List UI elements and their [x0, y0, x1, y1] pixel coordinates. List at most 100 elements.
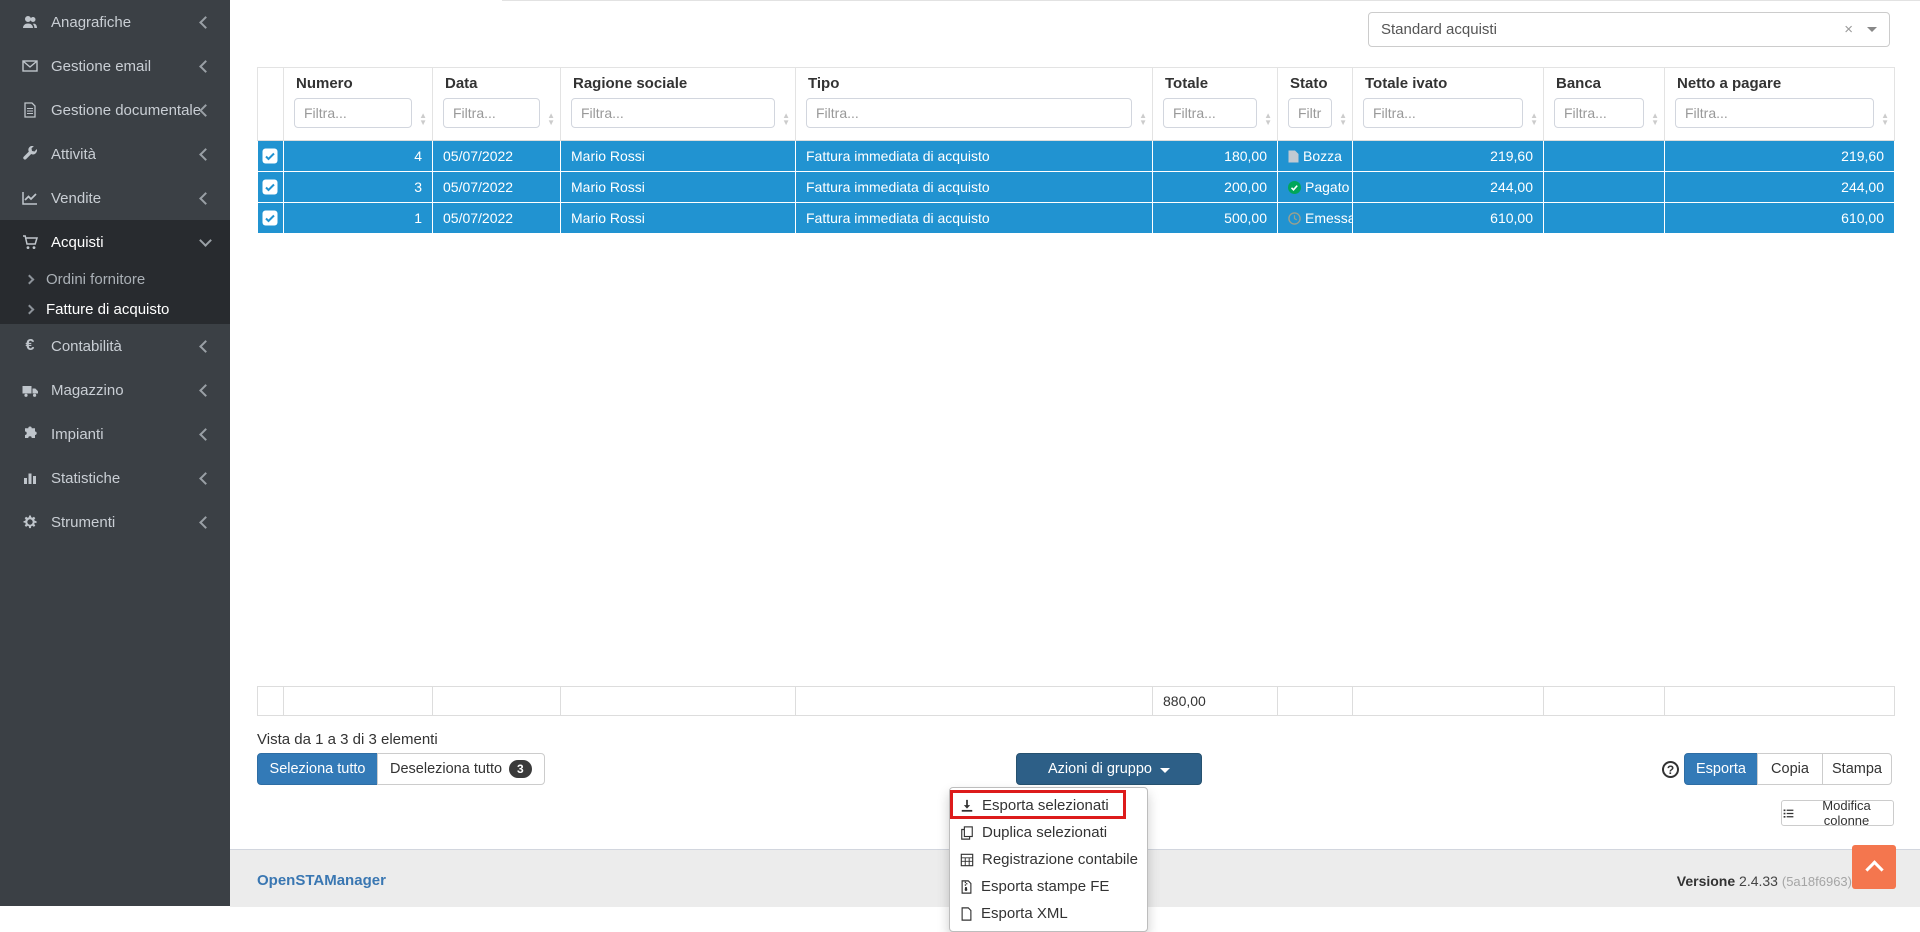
sidebar-item-vendite[interactable]: Vendite: [0, 176, 230, 220]
main-content: Standard acquisti × Numero ▲▼ Data ▲▼: [230, 0, 1920, 932]
filter-ragione-sociale-input[interactable]: [571, 98, 775, 128]
scroll-to-top-button[interactable]: [1852, 845, 1896, 889]
row-checkbox[interactable]: [257, 171, 284, 203]
menu-item-esporta-stampe-fe[interactable]: Esporta stampe FE: [950, 873, 1147, 900]
chevron-right-icon: [24, 304, 35, 314]
chevron-left-icon: [199, 383, 212, 397]
sidebar-item-gestione-email[interactable]: Gestione email: [0, 44, 230, 88]
print-button[interactable]: Stampa: [1822, 753, 1892, 785]
menu-item-esporta-xml[interactable]: Esporta XML: [950, 900, 1147, 927]
sidebar-item-acquisti[interactable]: Acquisti: [0, 220, 230, 264]
edit-columns-button[interactable]: Modifica colonne: [1781, 798, 1894, 828]
sort-icon[interactable]: ▲ ▼: [1264, 112, 1272, 127]
module-template-select[interactable]: Standard acquisti ×: [1368, 12, 1890, 47]
sort-icon[interactable]: ▲ ▼: [1339, 112, 1347, 127]
caret-down-icon: [1160, 767, 1170, 773]
chevron-left-icon: [199, 427, 212, 441]
sidebar-item-label: Anagrafiche: [51, 13, 132, 31]
sidebar-item-magazzino[interactable]: Magazzino: [0, 368, 230, 412]
cell-stato: Pagato: [1277, 171, 1353, 203]
header-ragione-sociale: Ragione sociale ▲▼: [560, 67, 796, 141]
brand-link[interactable]: OpenSTAManager: [257, 872, 386, 889]
select-all-button[interactable]: Seleziona tutto: [257, 753, 378, 785]
cell-data: 05/07/2022: [432, 202, 561, 234]
filter-totale-input[interactable]: [1163, 98, 1257, 128]
export-button-group: Esporta Copia Stampa: [1684, 753, 1892, 785]
cell-ragione-sociale: Mario Rossi: [560, 202, 796, 234]
table-row[interactable]: 3 05/07/2022 Mario Rossi Fattura immedia…: [257, 171, 1895, 203]
sort-icon[interactable]: ▲ ▼: [1139, 112, 1147, 127]
deselect-all-button[interactable]: Deseleziona tutto 3: [377, 753, 545, 785]
bar-chart-icon: [20, 470, 40, 486]
copy-button[interactable]: Copia: [1757, 753, 1823, 785]
sort-icon[interactable]: ▲ ▼: [419, 112, 427, 127]
chevron-right-icon: [24, 274, 35, 284]
sidebar: Anagrafiche Gestione email Gestione docu…: [0, 0, 230, 906]
sidebar-item-strumenti[interactable]: Strumenti: [0, 500, 230, 544]
sidebar-subitem-ordini-fornitore[interactable]: Ordini fornitore: [0, 264, 230, 294]
check-circle-icon: [1288, 180, 1301, 194]
sort-icon[interactable]: ▲ ▼: [547, 112, 555, 127]
sidebar-item-attivita[interactable]: Attività: [0, 132, 230, 176]
wrench-icon: [20, 146, 40, 162]
filter-numero-input[interactable]: [294, 98, 412, 128]
chevron-left-icon: [199, 103, 212, 117]
sidebar-item-label: Contabilità: [51, 337, 122, 355]
table-row[interactable]: 4 05/07/2022 Mario Rossi Fattura immedia…: [257, 140, 1895, 172]
clear-icon[interactable]: ×: [1830, 21, 1867, 38]
gear-icon: [20, 514, 40, 530]
cell-totale-ivato: 610,00: [1352, 202, 1544, 234]
header-tipo: Tipo ▲▼: [795, 67, 1153, 141]
menu-item-duplica-selezionati[interactable]: Duplica selezionati: [950, 819, 1147, 846]
menu-item-esporta-selezionati[interactable]: Esporta selezionati: [950, 792, 1147, 819]
sidebar-item-statistiche[interactable]: Statistiche: [0, 456, 230, 500]
sidebar-item-anagrafiche[interactable]: Anagrafiche: [0, 0, 230, 44]
chevron-up-icon: [1864, 860, 1884, 879]
row-checkbox[interactable]: [257, 202, 284, 234]
sidebar-item-label: Impianti: [51, 425, 104, 443]
header-stato: Stato ▲▼: [1277, 67, 1353, 141]
app-root: { "sidebar": { "items": [ {"label": "Ana…: [0, 0, 1920, 932]
download-icon: [960, 799, 974, 813]
cell-netto-a-pagare: 244,00: [1664, 171, 1895, 203]
sort-icon[interactable]: ▲ ▼: [1530, 112, 1538, 127]
cell-banca: [1543, 140, 1665, 172]
euro-icon: €: [25, 337, 35, 354]
group-actions-button[interactable]: Azioni di gruppo: [1016, 753, 1202, 785]
sidebar-item-impianti[interactable]: Impianti: [0, 412, 230, 456]
menu-item-registrazione-contabile[interactable]: Registrazione contabile: [950, 846, 1147, 873]
cell-netto-a-pagare: 610,00: [1664, 202, 1895, 234]
cell-data: 05/07/2022: [432, 140, 561, 172]
filter-data-input[interactable]: [443, 98, 540, 128]
cell-totale-ivato: 244,00: [1352, 171, 1544, 203]
filter-banca-input[interactable]: [1554, 98, 1644, 128]
chevron-left-icon: [199, 191, 212, 205]
help-icon[interactable]: ?: [1662, 761, 1679, 778]
sidebar-item-label: Gestione email: [51, 57, 152, 75]
row-checkbox[interactable]: [257, 140, 284, 172]
totals-banca: [1543, 686, 1665, 716]
sidebar-subitem-fatture-di-acquisto[interactable]: Fatture di acquisto: [0, 294, 230, 324]
filter-totale-ivato-input[interactable]: [1363, 98, 1523, 128]
header-totale-ivato: Totale ivato ▲▼: [1352, 67, 1544, 141]
sidebar-item-label: Strumenti: [51, 513, 116, 531]
cell-tipo: Fattura immediata di acquisto: [795, 202, 1153, 234]
chevron-left-icon: [199, 339, 212, 353]
export-button[interactable]: Esporta: [1684, 753, 1758, 785]
sort-icon[interactable]: ▲ ▼: [1881, 112, 1889, 127]
sort-icon[interactable]: ▲ ▼: [782, 112, 790, 127]
sort-icon[interactable]: ▲ ▼: [1651, 112, 1659, 127]
cell-stato: Bozza: [1277, 140, 1353, 172]
chart-line-icon: [20, 190, 40, 206]
truck-icon: [20, 383, 40, 398]
sidebar-item-gestione-documentale[interactable]: Gestione documentale: [0, 88, 230, 132]
filter-stato-input[interactable]: [1288, 98, 1332, 128]
chevron-left-icon: [199, 471, 212, 485]
sidebar-group-acquisti: Acquisti Ordini fornitore Fatture di acq…: [0, 220, 230, 324]
filter-tipo-input[interactable]: [806, 98, 1132, 128]
sidebar-item-contabilita[interactable]: € Contabilità: [0, 324, 230, 368]
table-grid-icon: [960, 853, 974, 867]
filter-netto-input[interactable]: [1675, 98, 1874, 128]
table-row[interactable]: 1 05/07/2022 Mario Rossi Fattura immedia…: [257, 202, 1895, 234]
chevron-left-icon: [199, 15, 212, 29]
